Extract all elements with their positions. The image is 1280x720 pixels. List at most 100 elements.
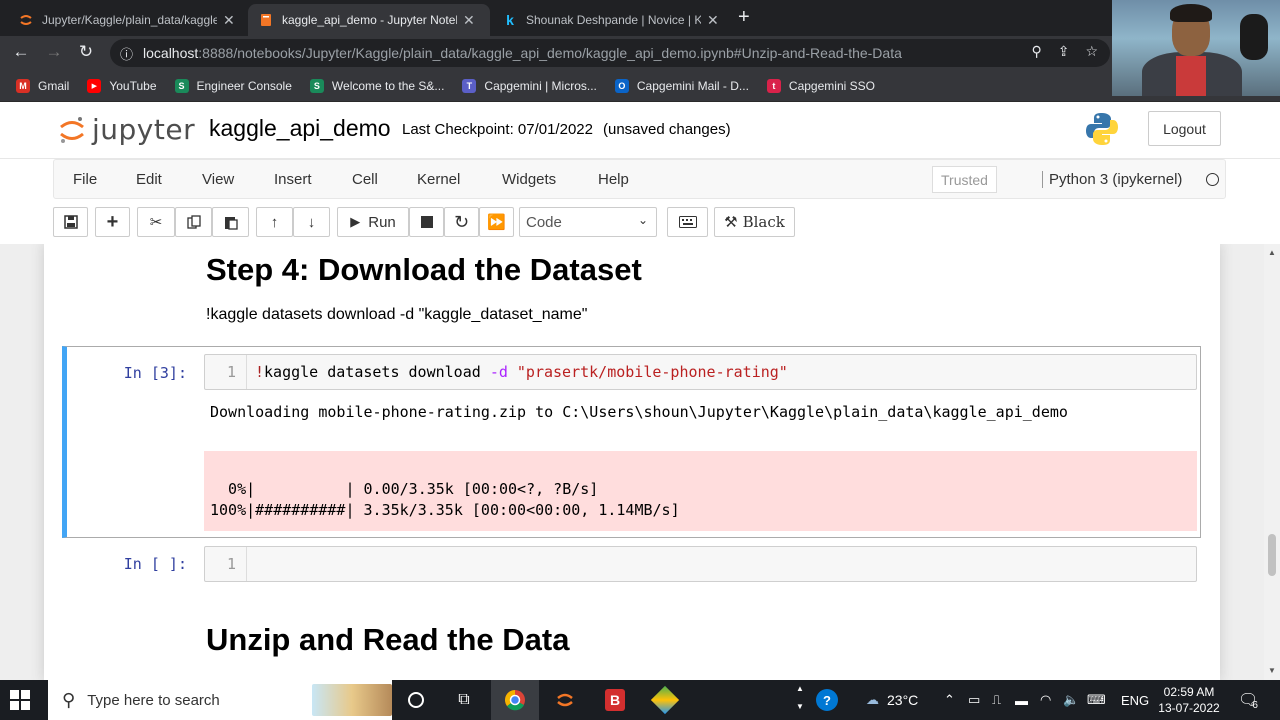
bookmark-engineer-console[interactable]: S Engineer Console	[174, 78, 292, 93]
close-tab-icon[interactable]: ✕	[463, 12, 475, 29]
insert-cell-button[interactable]: +	[95, 207, 130, 237]
site-info-icon[interactable]: ⓘ	[120, 44, 133, 63]
share-icon[interactable]: ⇪	[1058, 43, 1070, 60]
menu-file[interactable]: File	[73, 171, 97, 188]
play-icon: ▶	[350, 214, 361, 229]
bookmark-label: Capgemini Mail - D...	[636, 78, 749, 93]
tab-kaggle-api-demo[interactable]: kaggle_api_demo - Jupyter Noteb ✕	[248, 4, 490, 36]
restart-run-all-button[interactable]: ⏩	[479, 207, 514, 237]
code-cell-empty[interactable]: In [ ]: 1	[62, 544, 1201, 590]
teams-icon: T	[462, 78, 477, 93]
bookmark-label: Gmail	[38, 78, 70, 93]
bookmark-youtube[interactable]: ▶ YouTube	[87, 78, 157, 93]
taskbar-search[interactable]: ⚲ Type here to search	[48, 680, 392, 720]
cortana-icon[interactable]	[392, 680, 440, 720]
progress-line-100: 100%|##########| 3.35k/3.35k [00:00<00:0…	[210, 501, 680, 519]
back-icon[interactable]: ←	[10, 42, 32, 62]
scrollbar-thumb[interactable]	[1268, 534, 1276, 576]
menu-widgets[interactable]: Widgets	[502, 171, 556, 188]
bookmark-capgemini-teams[interactable]: T Capgemini | Micros...	[462, 78, 597, 93]
menu-edit[interactable]: Edit	[136, 171, 162, 188]
stderr-output: 0%| | 0.00/3.35k [00:00<?, ?B/s] 100%|###…	[204, 451, 1197, 531]
reload-icon[interactable]: ↻	[75, 42, 97, 62]
tab-kaggle-profile[interactable]: k Shounak Deshpande | Novice | Ka ✕	[492, 4, 730, 36]
wifi-icon[interactable]: ◠	[1040, 680, 1051, 720]
bookmark-capgemini-mail[interactable]: O Capgemini Mail - D...	[614, 78, 749, 93]
language-indicator[interactable]: ENG	[1121, 680, 1149, 720]
onedrive-icon[interactable]: ▭	[968, 680, 980, 720]
page-scrollbar[interactable]: ▲ ▼	[1264, 244, 1280, 680]
windows-start-icon[interactable]	[10, 690, 30, 710]
tray-overflow-icon[interactable]: ⌃	[944, 680, 955, 720]
bookmark-capgemini-sso[interactable]: t Capgemini SSO	[766, 78, 875, 93]
weather-widget[interactable]: ☁ 23°C	[866, 680, 918, 720]
notification-center[interactable]: 🗨 6	[1238, 680, 1258, 720]
code-input-area[interactable]: 1	[204, 546, 1197, 582]
bookmark-label: Welcome to the S&...	[331, 78, 445, 93]
cell-type-value: Code	[526, 213, 562, 231]
volume-icon[interactable]: 🔈	[1063, 680, 1079, 720]
menu-help[interactable]: Help	[598, 171, 629, 188]
cut-button[interactable]: ✂	[137, 207, 175, 237]
task-view-icon[interactable]: ⧉	[440, 680, 488, 720]
logout-button[interactable]: Logout	[1148, 111, 1221, 146]
kernel-name[interactable]: Python 3 (ipykernel)	[1042, 171, 1182, 188]
usb-icon[interactable]: ⎍	[992, 680, 1001, 720]
system-clock[interactable]: 02:59 AM 13-07-2022	[1154, 684, 1224, 716]
webcam-microphone	[1240, 14, 1268, 60]
move-down-button[interactable]: ↓	[293, 207, 330, 237]
save-button[interactable]	[53, 207, 88, 237]
battery-icon[interactable]: ▬	[1015, 680, 1028, 720]
zoom-icon[interactable]: ⚲	[1031, 43, 1041, 60]
run-button[interactable]: ▶ Run	[337, 207, 409, 237]
address-bar[interactable]: ⓘ localhost:8888/notebooks/Jupyter/Kaggl…	[110, 39, 1110, 67]
help-icon[interactable]: ?	[816, 680, 838, 720]
youtube-icon: ▶	[87, 78, 102, 93]
code-input-area[interactable]: 1 !kaggle datasets download -d "prasertk…	[204, 354, 1197, 390]
close-tab-icon[interactable]: ✕	[223, 12, 235, 29]
restart-button[interactable]: ↻	[444, 207, 479, 237]
interrupt-button[interactable]	[409, 207, 444, 237]
copy-button[interactable]	[175, 207, 212, 237]
scroll-arrows: ▲ ▼	[796, 684, 804, 711]
menu-view[interactable]: View	[202, 171, 234, 188]
stdout-output: Downloading mobile-phone-rating.zip to C…	[210, 403, 1068, 421]
chrome-icon[interactable]	[491, 680, 539, 720]
restart-icon: ↻	[453, 211, 470, 232]
brave-app-icon[interactable]: B	[591, 680, 639, 720]
move-up-button[interactable]: ↑	[256, 207, 293, 237]
checkpoint-status: Last Checkpoint: 07/01/2022 (unsaved chan…	[402, 121, 731, 138]
plus-icon: +	[106, 210, 119, 233]
black-formatter-button[interactable]: ⚒ Black	[714, 207, 795, 237]
url-path: :8888/notebooks/Jupyter/Kaggle/plain_dat…	[198, 45, 902, 61]
paste-button[interactable]	[212, 207, 249, 237]
jupyter-app-icon[interactable]	[541, 680, 589, 720]
trusted-indicator[interactable]: Trusted	[932, 166, 997, 193]
bookmark-gmail[interactable]: M Gmail	[16, 78, 70, 93]
jupyter-logo[interactable]: jupyter	[58, 113, 195, 146]
notebook-name[interactable]: kaggle_api_demo	[209, 115, 391, 142]
menu-cell[interactable]: Cell	[352, 171, 378, 188]
new-tab-icon[interactable]: +	[738, 6, 750, 29]
cell-type-select[interactable]: Code ⌄	[519, 207, 657, 237]
code-cell-selected[interactable]: In [3]: 1 !kaggle datasets download -d "…	[62, 346, 1201, 538]
menu-kernel[interactable]: Kernel	[417, 171, 460, 188]
gavel-icon: ⚒	[724, 213, 738, 231]
menu-insert[interactable]: Insert	[274, 171, 312, 188]
url-host: localhost	[143, 45, 199, 61]
bookmark-star-icon[interactable]: ☆	[1085, 43, 1098, 60]
save-icon	[63, 215, 78, 229]
keyboard-tray-icon[interactable]: ⌨	[1087, 680, 1106, 720]
command-palette-button[interactable]	[667, 207, 708, 237]
snipping-tool-icon[interactable]	[641, 680, 689, 720]
close-tab-icon[interactable]: ✕	[707, 12, 719, 29]
tab-label: kaggle_api_demo - Jupyter Noteb	[282, 13, 457, 27]
forward-icon[interactable]: →	[43, 42, 65, 62]
notification-count: 6	[1252, 699, 1258, 711]
bookmark-welcome[interactable]: S Welcome to the S&...	[309, 78, 445, 93]
tab-jupyter-tree[interactable]: Jupyter/Kaggle/plain_data/kaggle ✕	[8, 4, 246, 36]
scroll-up-icon[interactable]: ▲	[1268, 248, 1276, 257]
scissors-icon: ✂	[149, 214, 163, 231]
scroll-down-icon[interactable]: ▼	[1268, 666, 1276, 675]
kaggle-favicon-icon: k	[506, 12, 514, 28]
